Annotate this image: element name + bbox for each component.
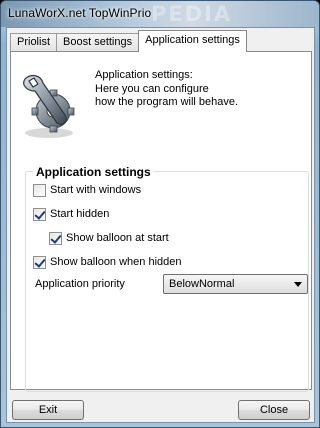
start-hidden-label[interactable]: Start hidden — [50, 208, 109, 220]
show-balloon-when-hidden-checkbox[interactable]: Show balloon when hidden — [33, 254, 182, 270]
start-with-windows-label[interactable]: Start with windows — [50, 184, 141, 196]
application-priority-select[interactable]: BelowNormal — [163, 274, 308, 294]
close-button[interactable]: Close — [238, 400, 310, 420]
intro-line-2: Here you can configure — [95, 82, 209, 95]
show-balloon-at-start-label[interactable]: Show balloon at start — [66, 232, 169, 244]
intro-text: Application settings: Here you can confi… — [95, 69, 238, 110]
application-priority-value[interactable]: BelowNormal — [169, 278, 234, 290]
wrench-gear-icon — [23, 74, 75, 138]
start-hidden-checkbox[interactable]: Start hidden — [33, 206, 109, 222]
title-background-watermark: PEDIA — [151, 2, 233, 26]
app-window: PEDIA LunaWorX.net TopWinPrio Priolist B… — [0, 0, 320, 428]
start-with-windows-checkbox[interactable]: Start with windows — [33, 182, 141, 198]
settings-group-title: Application settings — [33, 165, 154, 179]
window-title: LunaWorX.net TopWinPrio — [8, 6, 152, 20]
start-hidden-box[interactable] — [33, 207, 46, 221]
chevron-down-icon[interactable] — [294, 282, 302, 287]
show-balloon-when-hidden-box[interactable] — [33, 255, 46, 269]
tab-boost-settings[interactable]: Boost settings — [56, 33, 140, 52]
title-bar[interactable]: PEDIA LunaWorX.net TopWinPrio — [1, 1, 319, 27]
start-with-windows-box[interactable] — [33, 183, 46, 197]
show-balloon-at-start-box[interactable] — [49, 231, 62, 245]
show-balloon-when-hidden-label[interactable]: Show balloon when hidden — [50, 256, 182, 268]
application-settings-page: Application settings: Here you can confi… — [10, 51, 312, 392]
tab-priolist[interactable]: Priolist — [10, 33, 58, 52]
show-balloon-at-start-checkbox[interactable]: Show balloon at start — [49, 230, 169, 246]
intro-line-3: how the program will behave. — [95, 96, 239, 108]
application-priority-label: Application priority — [35, 278, 125, 290]
intro-line-1: Application settings: — [95, 69, 193, 81]
exit-button[interactable]: Exit — [12, 400, 84, 420]
tab-strip: Priolist Boost settings Application sett… — [10, 30, 247, 52]
client-area: Priolist Boost settings Application sett… — [6, 27, 315, 423]
tab-application-settings[interactable]: Application settings — [138, 30, 247, 52]
